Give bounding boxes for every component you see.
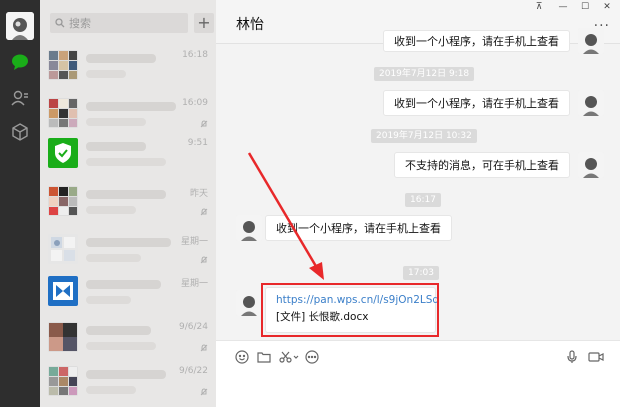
timestamp: 16:17 (405, 193, 441, 207)
chat-time: 16:09 (182, 98, 208, 108)
screenshot-icon[interactable] (278, 349, 300, 365)
pin-button[interactable]: ⊼ (530, 2, 548, 12)
blurred-name (86, 54, 156, 63)
chat-list-item[interactable]: 昨天 (40, 178, 216, 226)
my-chat-avatar[interactable] (578, 28, 604, 54)
highlight-box (261, 283, 439, 337)
blurred-preview (86, 118, 146, 126)
chat-time: 9/6/24 (179, 322, 208, 332)
maximize-button[interactable]: ☐ (576, 2, 594, 12)
group-avatar (48, 186, 78, 216)
group-avatar (48, 50, 78, 80)
contact-avatar[interactable] (236, 290, 262, 316)
blurred-preview (86, 158, 166, 166)
group-avatar (48, 98, 78, 128)
emoji-icon[interactable] (234, 349, 250, 365)
shield-avatar (48, 138, 78, 168)
blurred-name (86, 190, 166, 199)
mute-icon (200, 120, 208, 128)
mute-icon (200, 256, 208, 264)
contact-avatar[interactable] (236, 215, 262, 241)
my-avatar[interactable] (6, 12, 34, 40)
chat-title: 林怡 (236, 17, 264, 33)
chat-list-item[interactable]: 星期一 (40, 226, 216, 274)
chat-time: 星期一 (180, 237, 208, 247)
chat-time: 星期一 (180, 279, 208, 289)
group-avatar (48, 366, 78, 396)
message-bubble-mine[interactable]: 收到一个小程序，请在手机上查看 (383, 90, 570, 116)
timestamp: 17:03 (403, 266, 439, 280)
chat-history-icon[interactable] (304, 349, 320, 365)
mute-icon (200, 344, 208, 352)
group-avatar (48, 322, 78, 352)
timestamp: 2019年7月12日 10:32 (371, 129, 477, 143)
blurred-preview (86, 254, 141, 262)
message-bubble-contact[interactable]: 收到一个小程序，请在手机上查看 (265, 215, 452, 241)
blurred-preview (86, 70, 126, 78)
blurred-name (86, 326, 151, 335)
chat-list-item[interactable]: 星期一 (40, 268, 216, 316)
blurred-preview (86, 206, 136, 214)
blurred-name (86, 102, 176, 111)
close-button[interactable]: ✕ (598, 2, 616, 12)
chat-icon[interactable] (9, 51, 31, 73)
blurred-name (86, 238, 171, 247)
chat-time: 9/6/22 (179, 366, 208, 376)
folder-icon[interactable] (256, 349, 272, 365)
cube-icon[interactable] (9, 121, 31, 143)
blurred-preview (86, 386, 136, 394)
mute-icon (200, 208, 208, 216)
chat-time: 昨天 (189, 189, 208, 199)
chat-window: 林怡 ··· ⊼ — ☐ ✕ 收到一个小程序，请在手机上查看 2019年7月12… (216, 0, 620, 407)
blurred-preview (86, 342, 156, 350)
timestamp: 2019年7月12日 9:18 (374, 67, 475, 81)
chat-list-item[interactable]: 9:51 (40, 130, 216, 178)
chat-list-item[interactable]: 16:18 (40, 42, 216, 90)
message-input-area[interactable] (216, 340, 620, 407)
search-icon (55, 18, 65, 28)
blurred-preview (86, 296, 131, 304)
chat-list: 搜索 + 16:18 16:09 9:51 昨天 星期一 星期一 9/6/24 … (40, 0, 216, 407)
chat-list-item[interactable]: 9/6/22 (40, 358, 216, 406)
search-placeholder: 搜索 (69, 17, 91, 30)
message-bubble-mine[interactable]: 不支持的消息，可在手机上查看 (394, 152, 570, 178)
contacts-icon[interactable] (9, 87, 31, 109)
voice-call-icon[interactable] (564, 349, 580, 365)
my-chat-avatar[interactable] (578, 152, 604, 178)
video-call-icon[interactable] (588, 349, 604, 365)
my-chat-avatar[interactable] (578, 90, 604, 116)
minimize-button[interactable]: — (554, 2, 572, 12)
blurred-name (86, 280, 161, 289)
app-avatar (48, 276, 78, 306)
group-avatar (48, 234, 78, 264)
blurred-name (86, 142, 146, 151)
search-input[interactable]: 搜索 (50, 13, 188, 33)
left-nav (0, 0, 40, 407)
chat-list-item[interactable]: 9/6/24 (40, 314, 216, 362)
chat-time: 9:51 (187, 138, 208, 148)
chat-time: 16:18 (182, 50, 208, 60)
mute-icon (200, 388, 208, 396)
add-chat-button[interactable]: + (194, 13, 214, 33)
message-bubble-mine[interactable]: 收到一个小程序，请在手机上查看 (383, 30, 570, 52)
blurred-name (86, 370, 166, 379)
